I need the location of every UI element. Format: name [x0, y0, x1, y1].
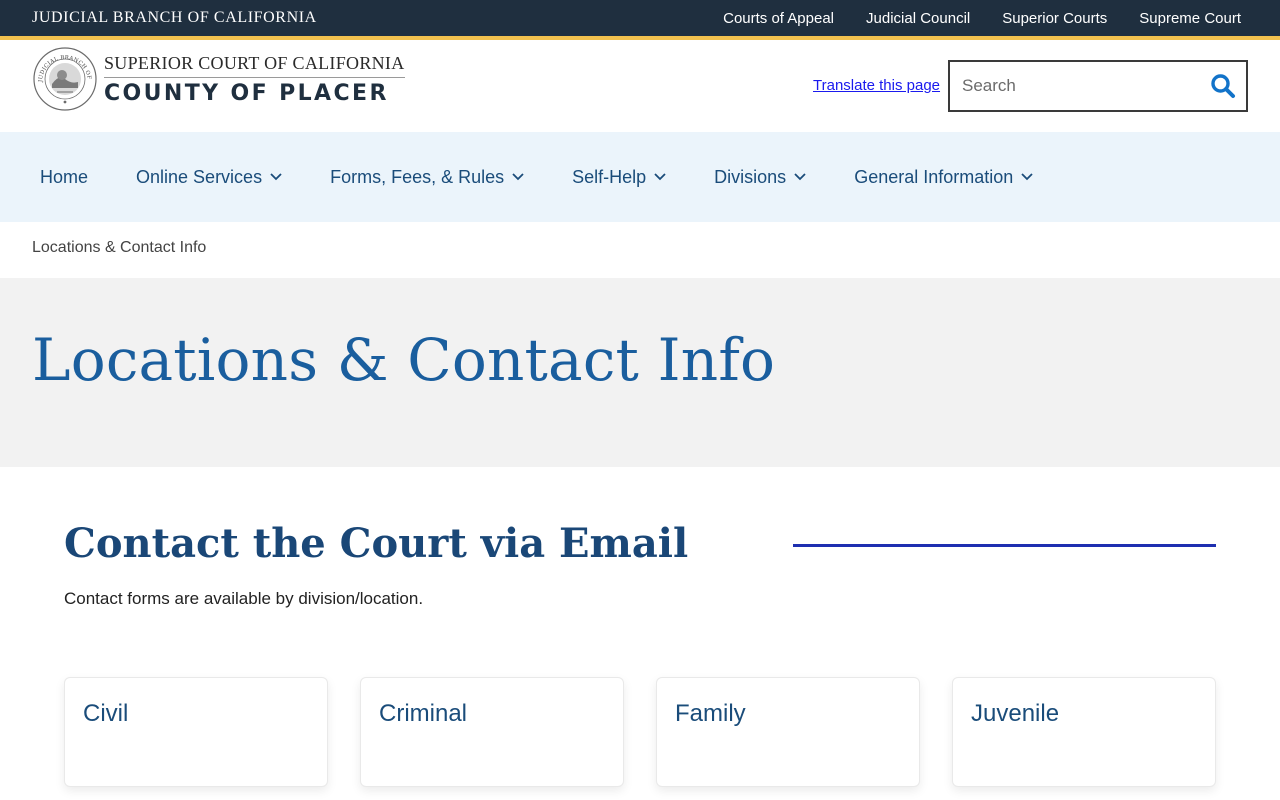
chevron-down-icon	[270, 173, 282, 181]
link-superior-courts[interactable]: Superior Courts	[1002, 10, 1107, 27]
logo-wordmark: SUPERIOR COURT OF CALIFORNIA COUNTY OF P…	[104, 53, 405, 106]
page-title: Locations & Contact Info	[32, 326, 776, 394]
section-title: Contact the Court via Email	[64, 520, 689, 567]
link-judicial-council[interactable]: Judicial Council	[866, 10, 970, 27]
site-header: JUDICIAL BRANCH OF CALIFORNIA SUPERIOR C…	[0, 40, 1280, 132]
card-juvenile[interactable]: Juvenile	[952, 677, 1216, 787]
card-criminal[interactable]: Criminal	[360, 677, 624, 787]
chevron-down-icon	[512, 173, 524, 181]
translate-link[interactable]: Translate this page	[813, 77, 940, 94]
nav-label: General Information	[854, 166, 1014, 187]
card-title: Civil	[83, 700, 129, 727]
search-button[interactable]	[1200, 62, 1246, 110]
nav-general-information[interactable]: General Information	[854, 167, 1033, 188]
nav-divisions[interactable]: Divisions	[714, 167, 806, 188]
judicial-branch-label: JUDICIAL BRANCH OF CALIFORNIA	[32, 9, 317, 26]
search-icon	[1211, 74, 1235, 98]
nav-label: Divisions	[714, 166, 787, 187]
card-family[interactable]: Family	[656, 677, 920, 787]
card-civil[interactable]: Civil	[64, 677, 328, 787]
nav-home[interactable]: Home	[40, 167, 88, 188]
nav-label: Self-Help	[572, 166, 647, 187]
logo-line-county: COUNTY OF PLACER	[104, 80, 389, 106]
card-title: Family	[675, 700, 746, 727]
page-hero: Locations & Contact Info	[0, 278, 1280, 467]
search-input[interactable]	[950, 62, 1200, 110]
logo-line-court: SUPERIOR COURT OF CALIFORNIA	[104, 53, 405, 78]
chevron-down-icon	[1021, 173, 1033, 181]
breadcrumb: Locations & Contact Info	[32, 239, 207, 256]
link-courts-of-appeal[interactable]: Courts of Appeal	[723, 10, 834, 27]
site-logo[interactable]: JUDICIAL BRANCH OF CALIFORNIA SUPERIOR C…	[32, 46, 405, 112]
nav-label: Online Services	[136, 166, 263, 187]
nav-online-services[interactable]: Online Services	[136, 167, 282, 188]
search-box	[948, 60, 1248, 112]
nav-label: Forms, Fees, & Rules	[330, 166, 505, 187]
utility-bar: JUDICIAL BRANCH OF CALIFORNIA Courts of …	[0, 0, 1280, 36]
nav-forms-fees-rules[interactable]: Forms, Fees, & Rules	[330, 167, 524, 188]
card-title: Criminal	[379, 700, 468, 727]
court-seal-icon: JUDICIAL BRANCH OF CALIFORNIA	[32, 46, 97, 111]
chevron-down-icon	[654, 173, 666, 181]
main-navigation: Home Online Services Forms, Fees, & Rule…	[0, 132, 1280, 222]
section-divider	[793, 544, 1216, 547]
nav-label: Home	[40, 166, 89, 187]
chevron-down-icon	[794, 173, 806, 181]
nav-self-help[interactable]: Self-Help	[572, 167, 666, 188]
utility-links: Courts of Appeal Judicial Council Superi…	[723, 10, 1248, 27]
section-description: Contact forms are available by division/…	[64, 589, 424, 608]
division-cards: Civil Criminal Family Juvenile	[64, 677, 1216, 787]
card-title: Juvenile	[971, 700, 1060, 727]
link-supreme-court[interactable]: Supreme Court	[1139, 10, 1241, 27]
